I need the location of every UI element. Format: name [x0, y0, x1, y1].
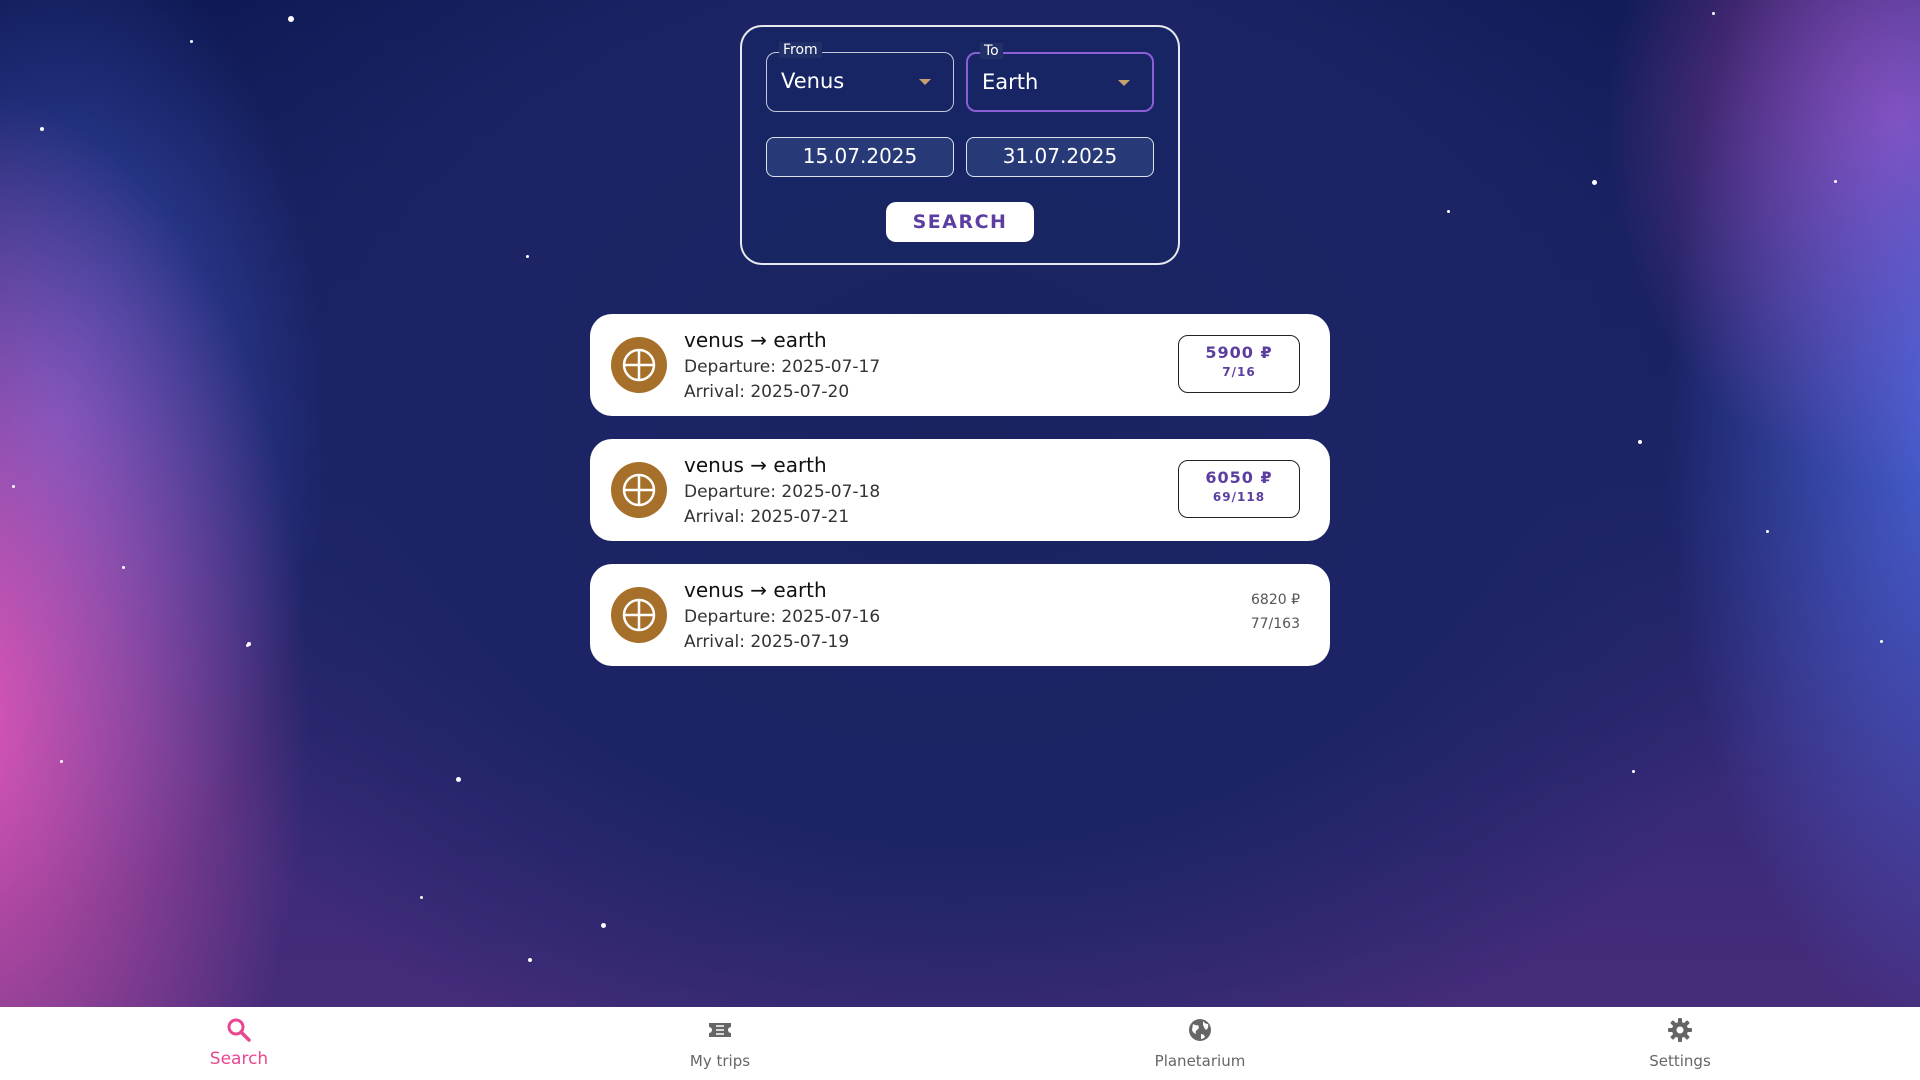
chevron-down-icon [1118, 80, 1130, 86]
arrival-date: Arrival: 2025-07-20 [684, 382, 850, 402]
departure-date: Departure: 2025-07-17 [684, 357, 881, 377]
price-value: 6050 ₽ [1205, 468, 1273, 487]
from-select[interactable]: From Venus [766, 42, 954, 112]
to-select[interactable]: To Earth [966, 43, 1154, 112]
nav-label-settings: Settings [1649, 1052, 1711, 1070]
seats-available: 7/16 [1222, 365, 1256, 379]
price-value: 6820 ₽ [1251, 592, 1300, 608]
search-panel: From Venus To Earth 15.07.2025 31.07.202… [740, 25, 1180, 265]
to-label: To [980, 43, 1003, 59]
result-card[interactable]: venus → earth Departure: 2025-07-17 Arri… [590, 314, 1330, 416]
gear-icon [1668, 1018, 1692, 1042]
chevron-down-icon [919, 79, 931, 85]
nav-label-search: Search [209, 1049, 269, 1069]
route-title: venus → earth [684, 453, 827, 477]
ticket-icon [709, 1023, 731, 1037]
seats-available: 69/118 [1212, 490, 1266, 504]
date-to-field[interactable]: 31.07.2025 [966, 137, 1154, 177]
nav-item-planetarium[interactable]: Planetarium [1140, 1007, 1260, 1080]
to-value: Earth [982, 70, 1039, 94]
price-button[interactable]: 5900 ₽ 7/16 [1178, 335, 1300, 393]
search-icon [227, 1018, 251, 1042]
result-card[interactable]: venus → earth Departure: 2025-07-16 Arri… [590, 564, 1330, 666]
route-title: venus → earth [684, 328, 827, 352]
nav-item-search[interactable]: Search [179, 1007, 299, 1080]
route-title: venus → earth [684, 578, 827, 602]
bottom-navigation: Search My trips Planetarium Settings [0, 1007, 1920, 1080]
date-from-field[interactable]: 15.07.2025 [766, 137, 954, 177]
nav-item-settings[interactable]: Settings [1620, 1007, 1740, 1080]
nav-item-my-trips[interactable]: My trips [660, 1007, 780, 1080]
price-info: 6820 ₽ 77/163 [1251, 592, 1300, 632]
arrival-date: Arrival: 2025-07-19 [684, 632, 850, 652]
seats-available: 77/163 [1250, 616, 1300, 632]
result-card[interactable]: venus → earth Departure: 2025-07-18 Arri… [590, 439, 1330, 541]
from-value: Venus [781, 69, 845, 93]
planet-icon [611, 337, 667, 393]
nav-label-my-trips: My trips [689, 1052, 751, 1070]
search-button[interactable]: SEARCH [886, 202, 1034, 242]
planet-icon [611, 462, 667, 518]
from-label: From [779, 42, 822, 58]
departure-date: Departure: 2025-07-16 [684, 607, 881, 627]
price-button[interactable]: 6050 ₽ 69/118 [1178, 460, 1300, 518]
globe-icon [1189, 1019, 1211, 1041]
departure-date: Departure: 2025-07-18 [684, 482, 881, 502]
price-value: 5900 ₽ [1205, 343, 1273, 362]
nav-label-planetarium: Planetarium [1154, 1052, 1246, 1070]
planet-icon [611, 587, 667, 643]
arrival-date: Arrival: 2025-07-21 [684, 507, 850, 527]
